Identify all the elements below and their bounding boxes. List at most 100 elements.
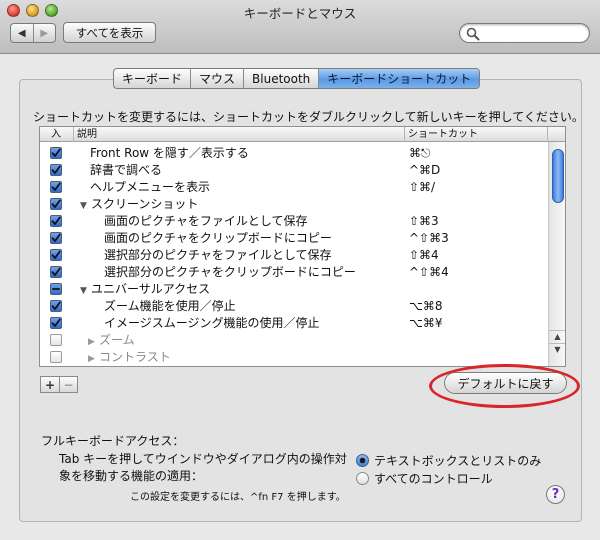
checkbox-unchecked[interactable] — [50, 351, 62, 363]
column-header-enabled[interactable]: 入 — [40, 127, 74, 142]
row-shortcut[interactable]: ^⇧⌘3 — [409, 230, 449, 247]
row-description: Front Row を隠す／表示する — [90, 145, 249, 162]
checkbox-checked[interactable] — [50, 164, 62, 176]
remove-shortcut-button[interactable]: − — [59, 377, 77, 392]
checkbox-checked[interactable] — [50, 266, 62, 278]
column-header-shortcut[interactable]: ショートカット — [405, 127, 548, 142]
scroll-down-button[interactable]: ▼ — [549, 343, 565, 355]
checkbox-checked[interactable] — [50, 300, 62, 312]
row-label: スクリーンショット — [91, 197, 199, 211]
table-row[interactable]: ▶ ズーム — [40, 332, 548, 349]
tab-mouse[interactable]: マウス — [191, 69, 245, 88]
row-description: イメージスムージング機能の使用／停止 — [104, 315, 320, 332]
radio-all-controls[interactable]: すべてのコントロール — [356, 470, 493, 486]
row-label: 選択部分のピクチャをファイルとして保存 — [104, 248, 332, 262]
row-description: 画面のピクチャをクリップボードにコピー — [104, 230, 332, 247]
row-description: ヘルプメニューを表示 — [90, 179, 210, 196]
checkbox-checked[interactable] — [50, 147, 62, 159]
row-shortcut[interactable]: ⇧⌘3 — [409, 213, 439, 230]
column-header-description[interactable]: 説明 — [74, 127, 405, 142]
instructions-text: ショートカットを変更するには、ショートカットをダブルクリックして新しいキーを押し… — [33, 110, 584, 124]
table-row[interactable]: 辞書で調べる ^⌘D — [40, 162, 548, 179]
table-row[interactable]: ズーム機能を使用／停止 ⌥⌘8 — [40, 298, 548, 315]
row-label: コントラスト — [99, 350, 171, 364]
scrollbar-thumb[interactable] — [552, 149, 564, 203]
tab-keyboard[interactable]: キーボード — [114, 69, 192, 88]
window-title: キーボードとマウス — [243, 6, 357, 21]
search-field[interactable] — [459, 23, 590, 43]
table-row[interactable]: ▶ コントラスト — [40, 349, 548, 366]
checkbox-checked[interactable] — [50, 232, 62, 244]
full-keyboard-access-title: フルキーボードアクセス： — [41, 434, 185, 448]
table-row[interactable]: ▼ ユニバーサルアクセス — [40, 281, 548, 298]
full-keyboard-access-hint: この設定を変更するには、^fn F7 を押します。 — [130, 492, 346, 503]
shortcuts-table: 入 説明 ショートカット Front Row を隠す／表示する ⌘⎋ 辞書で調べる ^… — [39, 126, 566, 367]
table-row[interactable]: 画面のピクチャをクリップボードにコピー ^⇧⌘3 — [40, 230, 548, 247]
checkbox-checked[interactable] — [50, 317, 62, 329]
row-label: 画面のピクチャをファイルとして保存 — [104, 214, 308, 228]
column-header-corner — [548, 127, 565, 142]
checkbox-checked[interactable] — [50, 249, 62, 261]
row-label: ズーム — [99, 333, 135, 347]
checkbox-checked[interactable] — [50, 181, 62, 193]
add-remove-control: + − — [40, 376, 78, 393]
row-shortcut[interactable]: ^⌘D — [409, 162, 440, 179]
row-description: ▼ ユニバーサルアクセス — [80, 281, 210, 298]
row-description: ▼ スクリーンショット — [80, 196, 198, 213]
checkbox-checked[interactable] — [50, 198, 62, 210]
radio-label: テキストボックスとリストのみ — [374, 453, 542, 468]
table-row[interactable]: 選択部分のピクチャをファイルとして保存 ⇧⌘4 — [40, 247, 548, 264]
row-description: ▶ ズーム — [88, 332, 135, 349]
row-description: 選択部分のピクチャをファイルとして保存 — [104, 247, 332, 264]
scroll-up-button[interactable]: ▲ — [549, 330, 565, 342]
full-keyboard-access-description: Tab キーを押してウインドウやダイアログ内の操作対象を移動する機能の適用： — [59, 452, 347, 483]
table-row[interactable]: 画面のピクチャをファイルとして保存 ⇧⌘3 — [40, 213, 548, 230]
row-description: 辞書で調べる — [90, 162, 162, 179]
checkbox-checked[interactable] — [50, 215, 62, 227]
checkbox-unchecked[interactable] — [50, 334, 62, 346]
restore-defaults-button[interactable]: デフォルトに戻す — [444, 372, 567, 394]
row-shortcut[interactable]: ⌥⌘8 — [409, 298, 442, 315]
row-description: 選択部分のピクチャをクリップボードにコピー — [104, 264, 356, 281]
add-shortcut-button[interactable]: + — [41, 377, 59, 392]
forward-button[interactable]: ▶ — [32, 24, 56, 42]
table-row[interactable]: Front Row を隠す／表示する ⌘⎋ — [40, 145, 548, 162]
row-shortcut[interactable]: ⇧⌘/ — [409, 179, 435, 196]
search-icon — [466, 27, 480, 41]
tab-bluetooth[interactable]: Bluetooth — [244, 69, 320, 88]
help-button[interactable]: ? — [546, 485, 565, 504]
disclosure-triangle-closed-icon[interactable]: ▶ — [88, 351, 99, 366]
row-description: ズーム機能を使用／停止 — [104, 298, 236, 315]
show-all-button[interactable]: すべてを表示 — [63, 22, 156, 43]
row-label: Front Row を隠す／表示する — [90, 146, 249, 160]
table-row[interactable]: ヘルプメニューを表示 ⇧⌘/ — [40, 179, 548, 196]
row-shortcut[interactable]: ⌥⌘¥ — [409, 315, 442, 332]
row-description: ▶ コントラスト — [88, 349, 171, 366]
row-label: 画面のピクチャをクリップボードにコピー — [104, 231, 332, 245]
back-forward-control: ◀ ▶ — [10, 23, 56, 43]
row-shortcut[interactable]: ⌘⎋ — [409, 145, 431, 162]
vertical-scrollbar[interactable]: ▲ ▼ — [548, 142, 565, 366]
checkbox-mixed[interactable] — [50, 283, 62, 295]
row-label: ズーム機能を使用／停止 — [104, 299, 236, 313]
row-shortcut[interactable]: ^⇧⌘4 — [409, 264, 449, 281]
row-shortcut[interactable]: ⇧⌘4 — [409, 247, 439, 264]
radio-text-boxes-and-lists[interactable]: テキストボックスとリストのみ — [356, 452, 541, 468]
radio-button-unselected[interactable] — [356, 471, 369, 485]
radio-label: すべてのコントロール — [374, 471, 493, 486]
row-label: ヘルプメニューを表示 — [90, 180, 211, 194]
table-row[interactable]: ▼ スクリーンショット — [40, 196, 548, 213]
table-row[interactable]: 選択部分のピクチャをクリップボードにコピー ^⇧⌘4 — [40, 264, 548, 281]
back-button[interactable]: ◀ — [11, 24, 33, 42]
table-header: 入 説明 ショートカット — [40, 127, 565, 142]
row-label: イメージスムージング機能の使用／停止 — [104, 316, 320, 330]
row-description: 画面のピクチャをファイルとして保存 — [104, 213, 308, 230]
row-label: 辞書で調べる — [90, 163, 163, 177]
tab-keyboard-shortcuts[interactable]: キーボードショートカット — [319, 69, 480, 88]
table-row[interactable]: イメージスムージング機能の使用／停止 ⌥⌘¥ — [40, 315, 548, 332]
row-label: ユニバーサルアクセス — [91, 282, 211, 296]
title-bar: キーボードとマウス ◀ ▶ すべてを表示 — [0, 0, 600, 54]
radio-button-selected[interactable] — [356, 453, 369, 467]
tab-bar: キーボード マウス Bluetooth キーボードショートカット — [113, 68, 481, 89]
row-label: 選択部分のピクチャをクリップボードにコピー — [104, 265, 356, 279]
